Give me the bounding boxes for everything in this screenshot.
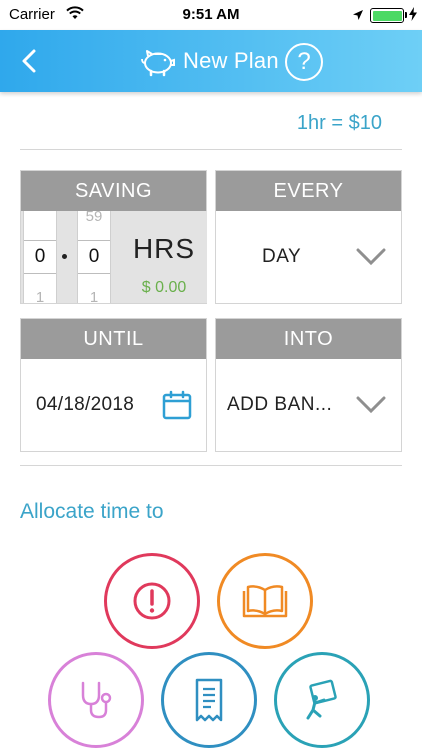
battery-tip (405, 12, 407, 18)
minutes-prev: 59 (85, 211, 103, 225)
into-card: INTO ADD BAN... (215, 318, 402, 452)
until-card: UNTIL 04/18/2018 (20, 318, 207, 452)
hours-value[interactable]: 0 (24, 240, 56, 274)
category-moving[interactable] (274, 652, 370, 748)
hours-picker[interactable]: 0 1 (23, 211, 57, 303)
minutes-next: 1 (89, 289, 99, 303)
piggy-bank-icon (141, 50, 175, 77)
nav-header: New Plan ? (0, 30, 422, 92)
end-date-value: 04/18/2018 (36, 394, 135, 415)
end-date-field[interactable]: 04/18/2018 (21, 359, 206, 451)
hourly-rate: 1hr = $10 (296, 112, 382, 134)
category-urgent[interactable] (104, 553, 200, 649)
page-title: New Plan (183, 48, 279, 73)
location-arrow-icon (352, 8, 364, 26)
hours-next: 1 (35, 289, 45, 303)
battery-icon (370, 8, 404, 23)
status-bar: Carrier 9:51 AM (0, 0, 422, 30)
saving-amount: $ 0.00 (141, 279, 187, 296)
calendar-icon[interactable] (162, 390, 192, 420)
chevron-down-icon (356, 396, 386, 414)
alert-icon (133, 582, 171, 620)
until-header: UNTIL (21, 319, 206, 359)
saving-card: SAVING 0 1 59 0 1 HRS $ 0.00 (20, 170, 207, 304)
charging-bolt-icon (409, 7, 417, 26)
category-health[interactable] (48, 652, 144, 748)
chevron-down-icon (356, 248, 386, 266)
mover-icon (306, 679, 337, 720)
frequency-value: DAY (262, 246, 302, 267)
header-title-group: New Plan (139, 44, 279, 78)
bank-value: ADD BAN... (227, 394, 333, 415)
saving-picker-area: 0 1 59 0 1 HRS $ 0.00 (21, 211, 207, 303)
divider (20, 149, 402, 150)
stethoscope-icon (81, 681, 112, 719)
receipt-icon (195, 678, 223, 722)
bank-select[interactable]: ADD BAN... (216, 359, 401, 451)
hours-unit: HRS (132, 233, 196, 264)
minutes-value[interactable]: 0 (78, 240, 110, 274)
allocate-heading: Allocate time to (20, 500, 164, 523)
chevron-left-icon (22, 49, 36, 73)
every-header: EVERY (216, 171, 401, 211)
category-education[interactable] (217, 553, 313, 649)
back-button[interactable] (12, 44, 46, 78)
picker-separator (62, 254, 67, 259)
every-card: EVERY DAY (215, 170, 402, 304)
divider (20, 465, 402, 466)
book-icon (242, 585, 288, 618)
help-button[interactable]: ? (285, 43, 323, 81)
into-header: INTO (216, 319, 401, 359)
saving-header: SAVING (21, 171, 206, 211)
frequency-select[interactable]: DAY (216, 211, 401, 303)
category-bills[interactable] (161, 652, 257, 748)
minutes-picker[interactable]: 59 0 1 (77, 211, 111, 303)
